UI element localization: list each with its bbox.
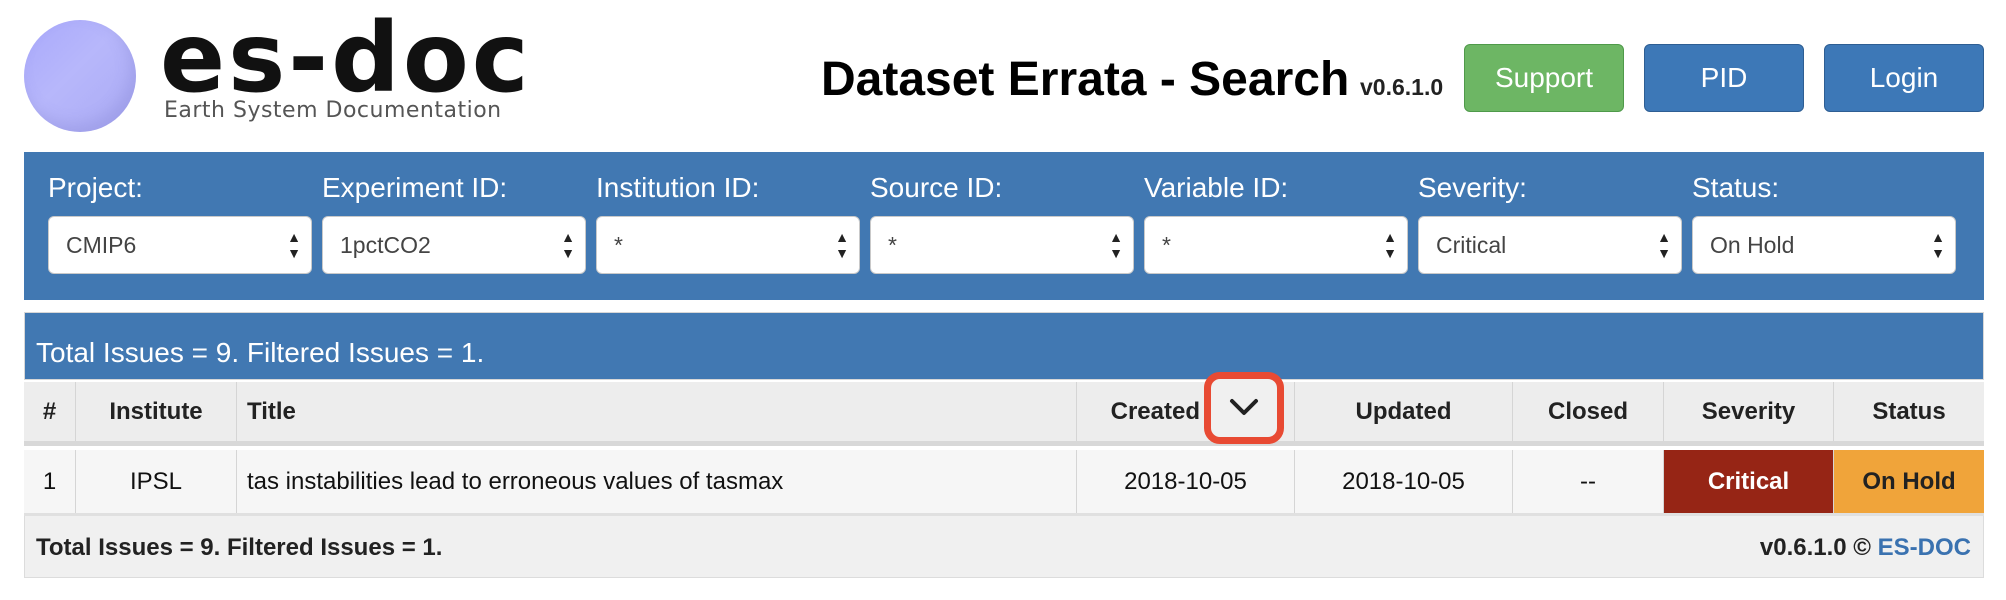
- filter-label: Variable ID:: [1144, 172, 1289, 203]
- source-id-select[interactable]: * ▲ ▼: [870, 216, 1134, 274]
- select-value: *: [614, 232, 623, 258]
- summary-text: Total Issues = 9. Filtered Issues = 1.: [36, 337, 485, 368]
- cell-updated: 2018-10-05: [1295, 450, 1513, 513]
- select-arrows-icon: ▲ ▼: [561, 229, 575, 261]
- cell-closed: --: [1513, 450, 1664, 513]
- severity-select[interactable]: Critical ▲ ▼: [1418, 216, 1682, 274]
- footer-summary: Total Issues = 9. Filtered Issues = 1.: [36, 534, 443, 561]
- select-arrows-icon: ▲ ▼: [1383, 229, 1397, 261]
- page-title: Dataset Errata - Search: [821, 53, 1350, 106]
- select-arrows-icon: ▲ ▼: [1657, 229, 1671, 261]
- cell-title[interactable]: tas instabilities lead to erroneous valu…: [237, 450, 1077, 513]
- page-version: v0.6.1.0: [1360, 74, 1444, 100]
- filter-label: Status:: [1692, 172, 1780, 203]
- filter-label: Severity:: [1418, 172, 1527, 203]
- select-value: *: [888, 232, 897, 258]
- table-header: # Institute Title Created Updated Closed…: [24, 372, 1984, 446]
- sort-created-button[interactable]: [1204, 372, 1284, 444]
- institution-id-select[interactable]: * ▲ ▼: [596, 216, 860, 274]
- column-header-severity[interactable]: Severity: [1664, 382, 1834, 441]
- select-arrows-icon: ▲ ▼: [1109, 229, 1123, 261]
- column-header-institute[interactable]: Institute: [76, 382, 237, 441]
- status-select[interactable]: On Hold ▲ ▼: [1692, 216, 1956, 274]
- column-header-status[interactable]: Status: [1834, 382, 1984, 441]
- footer-version: v0.6.1.0 ©: [1759, 534, 1871, 561]
- experiment-id-select[interactable]: 1pctCO2 ▲ ▼: [322, 216, 586, 274]
- severity-badge: Critical: [1664, 450, 1834, 513]
- footer-bar: Total Issues = 9. Filtered Issues = 1. v…: [24, 516, 1984, 578]
- column-header-closed[interactable]: Closed: [1513, 382, 1664, 441]
- logo-tagline: Earth System Documentation: [164, 98, 502, 123]
- filter-label: Project:: [48, 172, 143, 203]
- es-doc-link[interactable]: ES-DOC: [1878, 534, 1971, 561]
- cell-institute: IPSL: [76, 450, 237, 513]
- logo-name: es-doc: [160, 2, 532, 114]
- select-value: Critical: [1436, 232, 1507, 258]
- column-header-title[interactable]: Title: [237, 382, 1077, 441]
- logo-circle-icon: [24, 20, 136, 132]
- cell-created: 2018-10-05: [1077, 450, 1295, 513]
- select-value: *: [1162, 232, 1171, 258]
- summary-bar: Total Issues = 9. Filtered Issues = 1.: [24, 312, 1984, 380]
- filter-label: Source ID:: [870, 172, 1003, 203]
- cell-index: 1: [24, 450, 76, 513]
- project-select[interactable]: CMIP6 ▲ ▼: [48, 216, 312, 274]
- select-value: On Hold: [1710, 232, 1795, 258]
- select-arrows-icon: ▲ ▼: [287, 229, 301, 261]
- select-value: CMIP6: [66, 232, 137, 258]
- table-row[interactable]: 1 IPSL tas instabilities lead to erroneo…: [24, 450, 1984, 516]
- select-value: 1pctCO2: [340, 232, 431, 258]
- filter-label: Experiment ID:: [322, 172, 508, 203]
- column-header-index[interactable]: #: [24, 382, 76, 441]
- status-badge: On Hold: [1834, 450, 1984, 513]
- select-arrows-icon: ▲ ▼: [1931, 229, 1945, 261]
- pid-button[interactable]: PID: [1644, 44, 1804, 112]
- footer-credits: v0.6.1.0 © ES-DOC: [1760, 534, 1971, 562]
- support-button[interactable]: Support: [1464, 44, 1624, 112]
- chevron-down-icon: [1230, 399, 1258, 415]
- variable-id-select[interactable]: * ▲ ▼: [1144, 216, 1408, 274]
- login-button[interactable]: Login: [1824, 44, 1984, 112]
- filter-label: Institution ID:: [596, 172, 760, 203]
- filter-bar: Project: CMIP6 ▲ ▼ Experiment ID: 1pctCO2…: [24, 152, 1984, 300]
- column-header-updated[interactable]: Updated: [1295, 382, 1513, 441]
- select-arrows-icon: ▲ ▼: [835, 229, 849, 261]
